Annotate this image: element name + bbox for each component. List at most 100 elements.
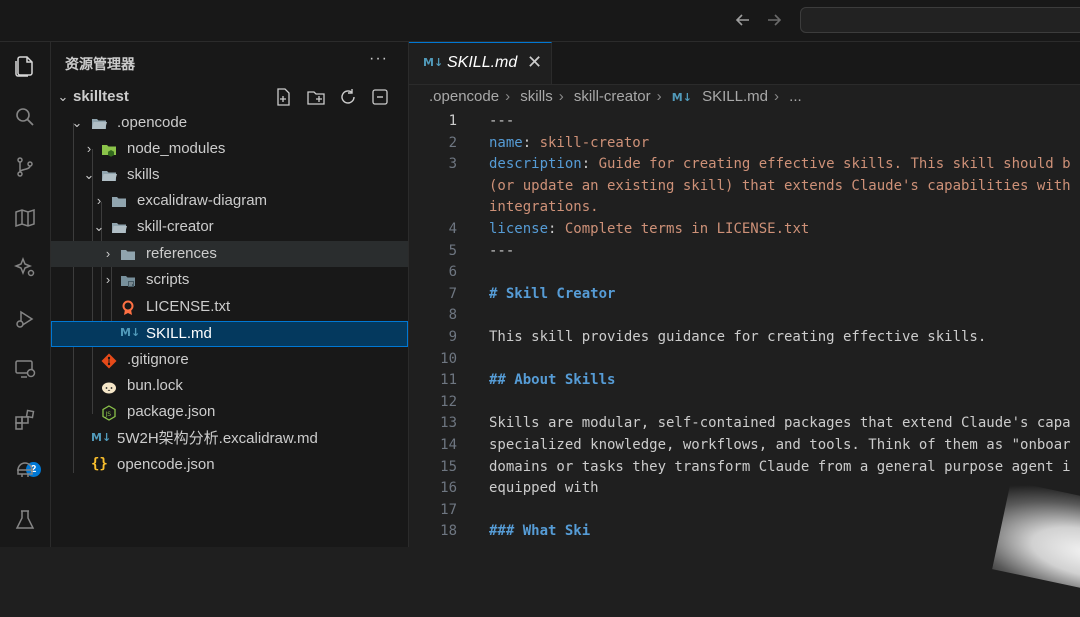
- line-number: 7: [448, 285, 457, 302]
- tree-item-skilltest[interactable]: ⌄ skilltest: [51, 84, 408, 110]
- extensions-icon[interactable]: [13, 408, 37, 432]
- folder-node-icon: [101, 141, 117, 157]
- breadcrumb-item[interactable]: skill-creator: [574, 88, 651, 105]
- tab-label: SKILL.md: [447, 54, 518, 71]
- code-token: ## About Skills: [489, 372, 616, 389]
- explorer-title: 资源管理器: [65, 56, 135, 72]
- markdown-icon: M↓: [423, 56, 444, 69]
- code-token: specialized knowledge, workflows, and to…: [489, 437, 1071, 453]
- tree-item-package-json[interactable]: JS package.json: [51, 399, 408, 425]
- code-token: license: [489, 221, 549, 237]
- tree-item-excalidraw-diagram[interactable]: › excalidraw-diagram: [51, 188, 408, 214]
- remote-explorer-icon[interactable]: [13, 357, 37, 381]
- line-text: This skill provides guidance for creatin…: [489, 326, 986, 348]
- breadcrumb-item[interactable]: .opencode: [429, 88, 499, 105]
- tree-item-skill-creator[interactable]: ⌄ skill-creator: [51, 214, 408, 240]
- explorer-files-icon[interactable]: [13, 54, 37, 78]
- code-line: 10: [409, 348, 1080, 370]
- line-number: 18: [440, 523, 457, 540]
- sparkle-ai-icon[interactable]: [13, 256, 37, 280]
- tree-item-label: opencode.json: [117, 456, 215, 473]
- code-token: description: [489, 156, 582, 173]
- code-token: Complete terms in LICENSE.txt: [564, 221, 810, 237]
- chevron-right-icon: ›: [105, 246, 111, 261]
- json-braces-icon: {}: [91, 456, 108, 472]
- tree-item-excalidraw-md[interactable]: M↓ 5W2H架构分析.excalidraw.md: [51, 426, 408, 452]
- new-folder-icon[interactable]: [306, 87, 328, 107]
- tree-item-label: skill-creator: [137, 218, 214, 235]
- tab-skill-md[interactable]: M↓ SKILL.md ✕: [409, 42, 552, 84]
- tree-item-gitignore[interactable]: .gitignore: [51, 347, 408, 373]
- breadcrumb-item[interactable]: ...: [789, 88, 802, 105]
- activity-bar: 2: [0, 42, 51, 547]
- tree-item-label: skilltest: [73, 88, 129, 105]
- tree-item-label: package.json: [127, 403, 216, 420]
- tree-item-label: excalidraw-diagram: [137, 192, 268, 209]
- photo-glare: [992, 481, 1080, 617]
- command-center-search[interactable]: [800, 7, 1080, 33]
- code-line: 17: [409, 499, 1080, 521]
- folder-scripts-icon: [120, 272, 136, 288]
- tree-item-license[interactable]: LICENSE.txt: [51, 294, 408, 320]
- line-text: name: skill-creator: [489, 132, 649, 154]
- code-token: # Skill Creator: [489, 285, 616, 302]
- agent-icon[interactable]: [13, 458, 37, 482]
- run-debug-icon[interactable]: [13, 307, 37, 331]
- testing-flask-icon[interactable]: [13, 508, 37, 532]
- svg-text:JS: JS: [105, 411, 112, 418]
- tree-item-bun-lock[interactable]: bun.lock: [51, 373, 408, 399]
- back-arrow-icon[interactable]: [733, 10, 753, 30]
- line-text: ## About Skills: [489, 369, 615, 391]
- tree-item-opencode[interactable]: ⌄ .opencode: [51, 110, 408, 136]
- chevron-down-icon: ⌄: [71, 115, 83, 130]
- line-text: (or update an existing skill) that exten…: [489, 175, 1071, 197]
- tree-item-label: node_modules: [127, 140, 226, 157]
- code-line: 8: [409, 304, 1080, 326]
- line-number: 9: [448, 329, 457, 345]
- code-line: 3 description: Guide for creating effecti…: [409, 153, 1080, 175]
- folder-icon: [111, 193, 127, 209]
- tree-item-references[interactable]: › references: [51, 241, 408, 267]
- code-token: equipped with: [489, 480, 599, 497]
- code-line: 7 # Skill Creator: [409, 283, 1080, 305]
- breadcrumb-item[interactable]: skills: [520, 88, 553, 105]
- line-text: specialized knowledge, workflows, and to…: [489, 434, 1071, 456]
- line-text: license: Complete terms in LICENSE.txt: [489, 218, 809, 240]
- tree-item-skills[interactable]: ⌄ skills: [51, 162, 408, 188]
- search-icon[interactable]: [13, 105, 37, 129]
- line-number: 5: [448, 242, 457, 259]
- code-line: 14 specialized knowledge, workflows, and …: [409, 434, 1080, 456]
- tree-item-label: scripts: [146, 271, 190, 288]
- new-file-icon[interactable]: [273, 87, 295, 107]
- tree-item-node-modules[interactable]: › node_modules: [51, 136, 408, 162]
- line-number: 15: [440, 458, 457, 475]
- tree-item-label: .gitignore: [127, 351, 189, 368]
- code-line: 5 ---: [409, 240, 1080, 262]
- tree-item-opencode-json[interactable]: {} opencode.json: [51, 452, 408, 478]
- breadcrumb-item[interactable]: SKILL.md: [702, 88, 768, 105]
- code-line: 9 This skill provides guidance for creati…: [409, 326, 1080, 348]
- folder-open-icon: [111, 219, 127, 235]
- tree-item-scripts[interactable]: › scripts: [51, 267, 408, 293]
- chevron-down-icon: ⌄: [57, 89, 69, 104]
- chevron-right-icon: ›: [558, 88, 564, 105]
- close-icon[interactable]: ✕: [527, 52, 542, 73]
- source-control-icon[interactable]: [13, 155, 37, 179]
- code-token: :: [548, 221, 565, 237]
- code-token: :: [522, 134, 540, 151]
- line-number: 10: [440, 350, 457, 367]
- code-line: 2 name: skill-creator: [409, 132, 1080, 154]
- code-token: This skill provides guidance for creatin…: [489, 329, 987, 345]
- map-icon[interactable]: [13, 206, 37, 230]
- collapse-all-icon[interactable]: [370, 87, 392, 107]
- more-actions-icon[interactable]: ···: [369, 50, 388, 68]
- refresh-icon[interactable]: [338, 87, 360, 107]
- markdown-icon: M↓: [671, 91, 692, 104]
- code-line: (or update an existing skill) that exten…: [409, 175, 1080, 197]
- chevron-right-icon: ›: [105, 272, 111, 287]
- code-token: domains or tasks they transform Claude f…: [489, 458, 1071, 475]
- line-number: 17: [440, 501, 457, 518]
- forward-arrow-icon[interactable]: [764, 10, 784, 30]
- tree-item-skill-md[interactable]: M↓ SKILL.md: [51, 321, 408, 347]
- tree-item-label: LICENSE.txt: [146, 298, 231, 315]
